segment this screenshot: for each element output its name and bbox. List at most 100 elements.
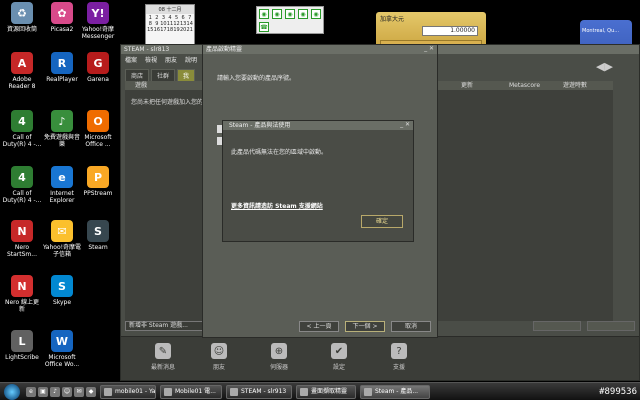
desktop-shortcut[interactable]: e Internet Explorer xyxy=(42,166,82,204)
desktop-shortcut[interactable]: Y! Yahoo!奇摩 Messenger xyxy=(78,2,118,40)
desktop-shortcut[interactable]: ♪ 免費遊戲與音樂 xyxy=(42,110,82,148)
taskbar-button-label: 畫面擷取精靈 xyxy=(311,388,348,395)
window-icon xyxy=(104,388,112,396)
menu-item[interactable]: 檢視 xyxy=(145,55,157,64)
currency-value[interactable]: 1.00000 xyxy=(422,26,478,36)
close-icon[interactable]: _ ✕ xyxy=(424,45,434,52)
calendar-header: 08 十二月 xyxy=(146,5,194,14)
bottom-nav-friends[interactable]: ☺ 朋友 xyxy=(199,343,239,371)
network-gadget[interactable]: ◉ ◉ ◉ ◉ ◉ ☎ xyxy=(256,6,324,34)
bottom-nav-label: 支援 xyxy=(392,364,405,371)
bottom-nav-news[interactable]: ✎ 最新消息 xyxy=(143,343,183,371)
desktop-shortcut-label: 資源回收筒 xyxy=(6,26,37,33)
steam-bottom-bar: ✎ 最新消息 ☺ 朋友 ⊕ 伺服器 ✔ 設定 ? 支援 xyxy=(121,336,639,380)
quick-launch-icon[interactable]: ◆ xyxy=(86,387,96,397)
quick-launch-icon[interactable]: ▣ xyxy=(38,387,48,397)
servers-icon: ⊕ xyxy=(271,343,287,359)
calendar-gadget[interactable]: 08 十二月 1 2 3 4 5 6 7 8 9 10 11 12 13 14 15 16 17 18 19 20 21 xyxy=(145,4,195,46)
bottom-nav-label: 設定 xyxy=(332,364,345,371)
desktop-shortcut[interactable]: ♻ 資源回收筒 xyxy=(2,2,42,33)
taskbar-button[interactable]: STEAM - slr913 xyxy=(226,385,292,399)
bottom-nav-settings[interactable]: ✔ 設定 xyxy=(319,343,359,371)
menu-item[interactable]: 檔案 xyxy=(125,55,137,64)
nav-arrows-icon[interactable]: ◀▶ xyxy=(596,60,613,73)
desktop-shortcut[interactable]: W Microsoft Office Wo... xyxy=(42,330,82,368)
calendar-day[interactable]: 20 xyxy=(180,27,187,33)
next-button[interactable]: 下一個 > xyxy=(345,321,385,332)
add-non-steam-game-button[interactable]: 新增非 Steam 遊戲... xyxy=(125,321,209,331)
taskbar-button-label: STEAM - slr913 xyxy=(241,388,287,395)
steam-menubar: 檔案 檢視 朋友 說明 xyxy=(125,55,197,64)
desktop-shortcut[interactable]: ✉ Yahoo!奇摩電子信箱 xyxy=(42,220,82,258)
close-icon[interactable]: _ ✕ xyxy=(400,121,410,128)
desktop-shortcut[interactable]: L LightScribe xyxy=(2,330,42,361)
desktop-shortcut-label: Microsoft Office ... xyxy=(84,134,112,148)
menu-item[interactable]: 說明 xyxy=(185,55,197,64)
bottom-nav-support[interactable]: ? 支援 xyxy=(379,343,419,371)
desktop-shortcut[interactable]: S Steam xyxy=(78,220,118,251)
taskbar-button[interactable]: 畫面擷取精靈 xyxy=(296,385,356,399)
taskbar-button-label: mobile01 - Ya... xyxy=(115,388,156,395)
desktop-shortcut-label: Call of Duty(R) 4 -... xyxy=(2,134,42,148)
network-icon: ◉ xyxy=(272,9,282,19)
desktop-shortcut[interactable]: N Nero StartSm... xyxy=(2,220,42,258)
taskbar-button[interactable]: Mobile01 電... xyxy=(160,385,222,399)
bottom-nav-label: 最新消息 xyxy=(150,364,175,371)
network-icon: ◉ xyxy=(259,9,269,19)
window-icon xyxy=(364,388,372,396)
desktop-shortcut[interactable]: S Skype xyxy=(42,275,82,306)
desktop-shortcut-label: Picasa2 xyxy=(50,26,74,33)
desktop-shortcut[interactable]: 4 Call of Duty(R) 4 -... xyxy=(2,166,42,204)
desktop-shortcut-label: Yahoo!奇摩 Messenger xyxy=(81,26,115,40)
list-action-button[interactable] xyxy=(587,321,635,331)
settings-icon: ✔ xyxy=(331,343,347,359)
desktop-shortcut[interactable]: P PPStream xyxy=(78,166,118,197)
quick-launch-icon[interactable]: e xyxy=(26,387,36,397)
column-updates[interactable]: 更新 xyxy=(461,81,473,90)
list-action-button[interactable] xyxy=(533,321,581,331)
desktop-shortcut-label: Adobe Reader 8 xyxy=(8,76,36,90)
steam-icon: S xyxy=(87,220,109,242)
window-icon xyxy=(230,388,238,396)
taskbar-button[interactable]: Steam - 產品... xyxy=(360,385,430,399)
quick-launch-icon[interactable]: ♪ xyxy=(50,387,60,397)
ok-button[interactable]: 確定 xyxy=(361,215,403,228)
activation-buttons: < 上一頁 下一個 > 取消 xyxy=(299,321,431,332)
free-games-icon: ♪ xyxy=(51,110,73,132)
desktop-shortcut-label: Internet Explorer xyxy=(49,190,75,204)
desktop-shortcut[interactable]: G Garena xyxy=(78,52,118,83)
back-button[interactable]: < 上一頁 xyxy=(299,321,339,332)
quick-launch-icon[interactable]: ✉ xyxy=(74,387,84,397)
network-icon: ◉ xyxy=(311,9,321,19)
support-link[interactable]: 更多資訊請造訪 Steam 支援網站 xyxy=(231,201,323,210)
empty-list-message: 您尚未把任何遊戲加入您的... xyxy=(131,99,209,106)
bottom-nav-label: 伺服器 xyxy=(269,364,288,371)
menu-item[interactable]: 朋友 xyxy=(165,55,177,64)
desktop-shortcut[interactable]: N Nero 線上更新 xyxy=(2,275,42,313)
desktop-shortcut[interactable]: 4 Call of Duty(R) 4 -... xyxy=(2,110,42,148)
desktop-shortcut-label: Skype xyxy=(52,299,72,306)
desktop-shortcut[interactable]: R RealPlayer xyxy=(42,52,82,83)
desktop-shortcut[interactable]: O Microsoft Office ... xyxy=(78,110,118,148)
calendar-day[interactable]: 21 xyxy=(186,27,193,33)
desktop-shortcut[interactable]: ✿ Picasa2 xyxy=(42,2,82,33)
quick-launch-icon[interactable]: ☺ xyxy=(62,387,72,397)
start-button[interactable] xyxy=(4,384,20,400)
column-play-time[interactable]: 遊遊時數 xyxy=(563,81,587,90)
error-dialog-title[interactable]: Steam - 產品與法使用 xyxy=(223,121,413,130)
lightscribe-icon: L xyxy=(11,330,33,352)
yahoo-messenger-icon: Y! xyxy=(87,2,109,24)
region-error-dialog[interactable]: Steam - 產品與法使用 _ ✕ 此產品代碼無法在您的區域中啟動。 更多資訊… xyxy=(217,120,414,242)
activation-title[interactable]: 產品啟動精靈 xyxy=(203,45,437,54)
calendar-day[interactable]: 18 xyxy=(167,27,174,33)
desktop-shortcut[interactable]: A Adobe Reader 8 xyxy=(2,52,42,90)
column-games[interactable]: 遊戲 xyxy=(135,81,147,90)
column-metascore[interactable]: Metascore xyxy=(509,81,540,90)
cancel-button[interactable]: 取消 xyxy=(391,321,431,332)
bottom-nav-servers[interactable]: ⊕ 伺服器 xyxy=(259,343,299,371)
internet-explorer-icon: e xyxy=(51,166,73,188)
calendar-day[interactable]: 16 xyxy=(154,27,161,33)
taskbar-button[interactable]: mobile01 - Ya... xyxy=(100,385,156,399)
side-marker xyxy=(217,125,222,133)
yahoo-mail-icon: ✉ xyxy=(51,220,73,242)
